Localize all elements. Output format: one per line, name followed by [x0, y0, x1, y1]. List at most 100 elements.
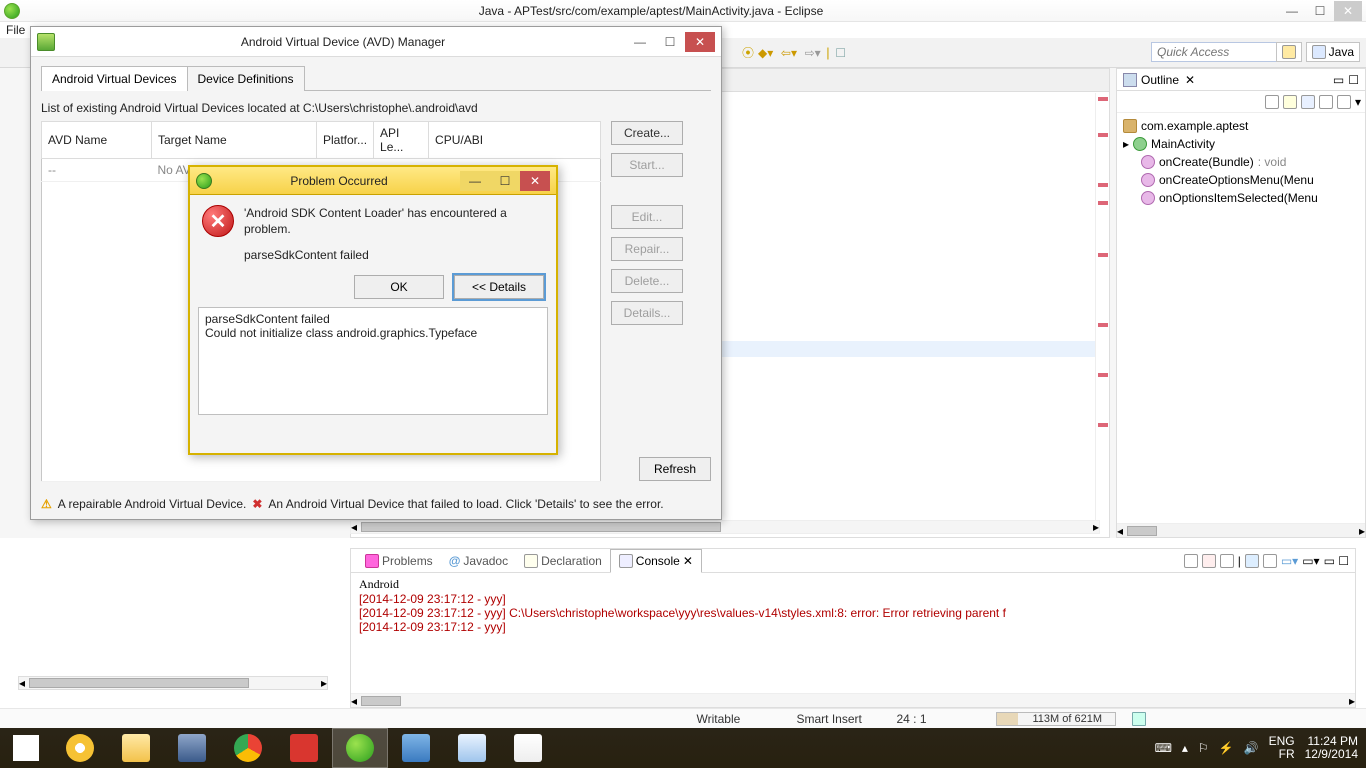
java-perspective-button[interactable]: Java — [1306, 42, 1360, 62]
error-details-line: parseSdkContent failed — [205, 312, 541, 326]
tab-problems[interactable]: Problems — [357, 550, 441, 572]
console-body[interactable]: Android [2014-12-09 23:17:12 - yyy] [201… — [351, 573, 1355, 693]
problem-minimize-button[interactable]: — — [460, 171, 490, 191]
refresh-button[interactable]: Refresh — [639, 457, 711, 481]
gc-button[interactable] — [1132, 712, 1146, 726]
windows-taskbar[interactable]: ⌨ ▴ ⚐ ⚡ 🔊 ENGFR 11:24 PM12/9/2014 — [0, 728, 1366, 768]
perspective-label: Java — [1329, 45, 1354, 59]
flag-icon[interactable]: ⚐ — [1198, 741, 1209, 755]
taskbar-app-red[interactable] — [276, 728, 332, 768]
taskbar-app[interactable] — [164, 728, 220, 768]
taskbar-chrome-canary[interactable] — [52, 728, 108, 768]
outline-view: Outline ✕ ▭ ☐ ▾ com.example.aptest ▸Main… — [1116, 68, 1366, 538]
col-cpu[interactable]: CPU/ABI — [429, 122, 601, 159]
col-platform[interactable]: Platfor... — [317, 122, 374, 159]
android-icon — [37, 33, 55, 51]
avd-maximize-button[interactable]: ☐ — [655, 32, 685, 52]
heap-status-text: 113M of 621M — [1032, 713, 1102, 725]
warning-icon: ⚠ — [41, 497, 52, 511]
nav-history-buttons[interactable]: ⦿◆▾ ⇦▾ ⇨▾ | ☐ — [740, 44, 848, 61]
delete-button[interactable]: Delete... — [611, 269, 683, 293]
problem-maximize-button[interactable]: ☐ — [490, 171, 520, 191]
error-icon: ✖ — [252, 497, 262, 511]
tray-up-icon[interactable]: ▴ — [1182, 741, 1188, 755]
clock[interactable]: 11:24 PM12/9/2014 — [1305, 735, 1358, 761]
outline-toolbar[interactable]: ▾ — [1117, 91, 1365, 113]
taskbar-eclipse[interactable] — [332, 728, 388, 768]
problem-title: Problem Occurred — [218, 174, 460, 188]
system-tray[interactable]: ⌨ ▴ ⚐ ⚡ 🔊 ENGFR 11:24 PM12/9/2014 — [1147, 735, 1366, 761]
details-toggle-button[interactable]: << Details — [454, 275, 544, 299]
repair-button[interactable]: Repair... — [611, 237, 683, 261]
taskbar-notepad[interactable] — [444, 728, 500, 768]
col-target[interactable]: Target Name — [152, 122, 317, 159]
view-minimize-icon[interactable]: ▭ — [1333, 73, 1344, 87]
tab-declaration[interactable]: Declaration — [516, 550, 610, 572]
taskbar-explorer[interactable] — [108, 728, 164, 768]
ok-button[interactable]: OK — [354, 275, 444, 299]
outline-scrollbar[interactable]: ◂▸ — [1117, 523, 1365, 537]
edit-button[interactable]: Edit... — [611, 205, 683, 229]
eclipse-icon — [4, 3, 20, 19]
legend-failed: An Android Virtual Device that failed to… — [268, 497, 663, 511]
volume-icon[interactable]: 🔊 — [1244, 741, 1259, 755]
quick-access-input[interactable] — [1151, 42, 1286, 62]
status-bar: Writable Smart Insert 24 : 1 113M of 621… — [0, 708, 1366, 728]
col-api[interactable]: API Le... — [374, 122, 429, 159]
start-button[interactable]: Start... — [611, 153, 683, 177]
error-icon: ✕ — [202, 205, 234, 237]
avd-minimize-button[interactable]: — — [625, 32, 655, 52]
tab-javadoc[interactable]: @Javadoc — [441, 550, 516, 572]
avd-path-label: List of existing Android Virtual Devices… — [41, 101, 711, 115]
outline-method-oncreateoptions[interactable]: onCreateOptionsMenu(Menu — [1123, 171, 1359, 189]
console-title: Android — [359, 577, 1347, 592]
window-maximize-button[interactable]: ☐ — [1306, 1, 1334, 21]
avd-close-button[interactable]: ✕ — [685, 32, 715, 52]
eclipse-icon — [196, 173, 212, 189]
editor-h-scrollbar[interactable]: ◂▸ — [350, 520, 1100, 534]
left-h-scrollbar[interactable]: ◂▸ — [18, 676, 328, 690]
tab-console[interactable]: Console ✕ — [610, 549, 702, 573]
language-indicator[interactable]: ENGFR — [1269, 735, 1295, 761]
details-button[interactable]: Details... — [611, 301, 683, 325]
window-close-button[interactable]: ✕ — [1334, 1, 1362, 21]
error-details[interactable]: parseSdkContent failed Could not initial… — [198, 307, 548, 415]
quick-access[interactable] — [1151, 42, 1286, 62]
outline-package[interactable]: com.example.aptest — [1123, 117, 1359, 135]
create-button[interactable]: Create... — [611, 121, 683, 145]
outline-method-onoptions[interactable]: onOptionsItemSelected(Menu — [1123, 189, 1359, 207]
error-message: 'Android SDK Content Loader' has encount… — [244, 205, 544, 237]
window-title: Java - APTest/src/com/example/aptest/Mai… — [24, 4, 1278, 18]
console-line: [2014-12-09 23:17:12 - yyy] — [359, 620, 1347, 634]
console-line: [2014-12-09 23:17:12 - yyy] — [359, 592, 1347, 606]
outline-title: Outline — [1141, 73, 1179, 87]
problem-close-button[interactable]: ✕ — [520, 171, 550, 191]
taskbar-paint[interactable] — [500, 728, 556, 768]
keyboard-icon[interactable]: ⌨ — [1155, 741, 1172, 755]
start-button[interactable] — [0, 728, 52, 768]
console-toolbar[interactable]: |▭▾▭▾ ▭ ☐ — [1184, 554, 1349, 572]
view-maximize-icon[interactable]: ☐ — [1348, 73, 1359, 87]
taskbar-chrome[interactable] — [220, 728, 276, 768]
outline-icon — [1123, 73, 1137, 87]
taskbar-download[interactable] — [388, 728, 444, 768]
col-avd-name[interactable]: AVD Name — [42, 122, 152, 159]
bottom-views: Problems @Javadoc Declaration Console ✕ … — [350, 548, 1356, 708]
error-details-line: Could not initialize class android.graph… — [205, 326, 541, 340]
status-cursor: 24 : 1 — [896, 712, 966, 726]
problem-dialog: Problem Occurred — ☐ ✕ ✕ 'Android SDK Co… — [188, 165, 558, 455]
window-minimize-button[interactable]: — — [1278, 1, 1306, 21]
avd-tab-definitions[interactable]: Device Definitions — [187, 66, 305, 91]
console-line: [2014-12-09 23:17:12 - yyy] C:\Users\chr… — [359, 606, 1347, 620]
outline-method-oncreate[interactable]: onCreate(Bundle) : void — [1123, 153, 1359, 171]
outline-class[interactable]: ▸MainActivity — [1123, 135, 1359, 153]
avd-tab-devices[interactable]: Android Virtual Devices — [41, 66, 188, 91]
eclipse-titlebar: Java - APTest/src/com/example/aptest/Mai… — [0, 0, 1366, 22]
console-h-scrollbar[interactable]: ◂▸ — [351, 693, 1355, 707]
error-submessage: parseSdkContent failed — [244, 247, 544, 263]
menu-file[interactable]: File — [6, 23, 25, 37]
power-icon[interactable]: ⚡ — [1219, 741, 1234, 755]
open-perspective-button[interactable] — [1276, 42, 1302, 62]
status-writable: Writable — [696, 712, 766, 726]
avd-title: Android Virtual Device (AVD) Manager — [61, 35, 625, 49]
